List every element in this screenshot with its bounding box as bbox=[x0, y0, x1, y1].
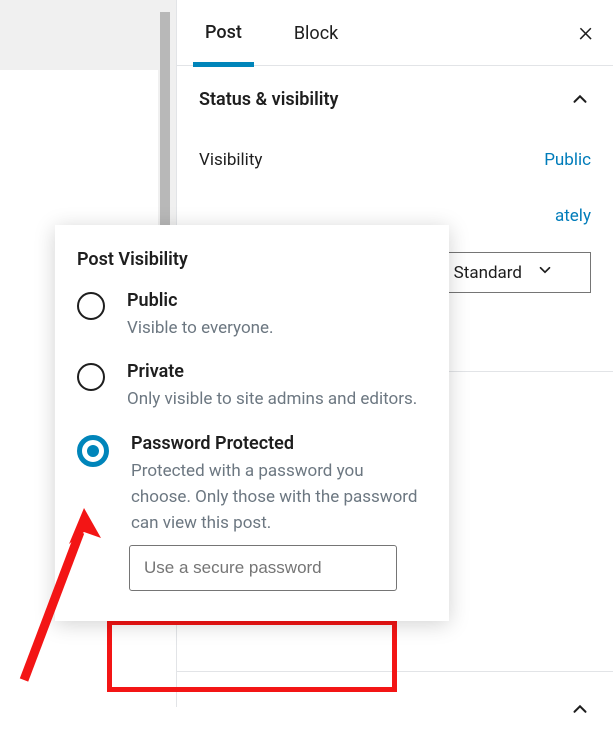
visibility-option-public[interactable]: Public Visible to everyone. bbox=[77, 290, 427, 341]
chevron-up-icon bbox=[569, 88, 591, 110]
tab-block[interactable]: Block bbox=[282, 3, 350, 63]
post-format-value: Standard bbox=[454, 263, 522, 283]
scrollbar-thumb[interactable] bbox=[160, 12, 170, 228]
visibility-value-link[interactable]: Public bbox=[544, 150, 591, 170]
visibility-option-private[interactable]: Private Only visible to site admins and … bbox=[77, 361, 427, 412]
option-label: Password Protected bbox=[131, 433, 427, 454]
publish-value-link[interactable]: ately bbox=[555, 206, 591, 226]
radio-private[interactable] bbox=[77, 363, 105, 391]
panel-header-status[interactable]: Status & visibility bbox=[177, 66, 613, 132]
chevron-up-icon bbox=[569, 698, 591, 720]
editor-background bbox=[0, 0, 170, 70]
visibility-option-password[interactable]: Password Protected Protected with a pass… bbox=[77, 433, 427, 537]
option-label: Public bbox=[127, 290, 427, 311]
row-visibility: Visibility Public bbox=[199, 132, 591, 188]
post-format-select[interactable]: Standard bbox=[439, 252, 591, 293]
sidebar-tabs: Post Block × bbox=[177, 0, 613, 66]
tab-post[interactable]: Post bbox=[193, 2, 254, 67]
panel-next-header[interactable] bbox=[177, 672, 613, 738]
radio-password[interactable] bbox=[77, 435, 109, 467]
option-desc: Visible to everyone. bbox=[127, 315, 427, 341]
radio-public[interactable] bbox=[77, 292, 105, 320]
post-visibility-popover: Post Visibility Public Visible to everyo… bbox=[55, 225, 449, 621]
option-desc: Only visible to site admins and editors. bbox=[127, 386, 427, 412]
chevron-down-icon bbox=[536, 261, 554, 284]
option-label: Private bbox=[127, 361, 427, 382]
password-input[interactable] bbox=[129, 545, 397, 591]
close-icon[interactable]: × bbox=[578, 18, 593, 46]
visibility-label: Visibility bbox=[199, 150, 262, 170]
password-field-wrap bbox=[129, 545, 427, 591]
popover-title: Post Visibility bbox=[77, 249, 427, 270]
panel-title: Status & visibility bbox=[199, 89, 338, 110]
option-desc: Protected with a password you choose. On… bbox=[131, 458, 427, 537]
scrollbar-vertical[interactable] bbox=[158, 0, 176, 230]
